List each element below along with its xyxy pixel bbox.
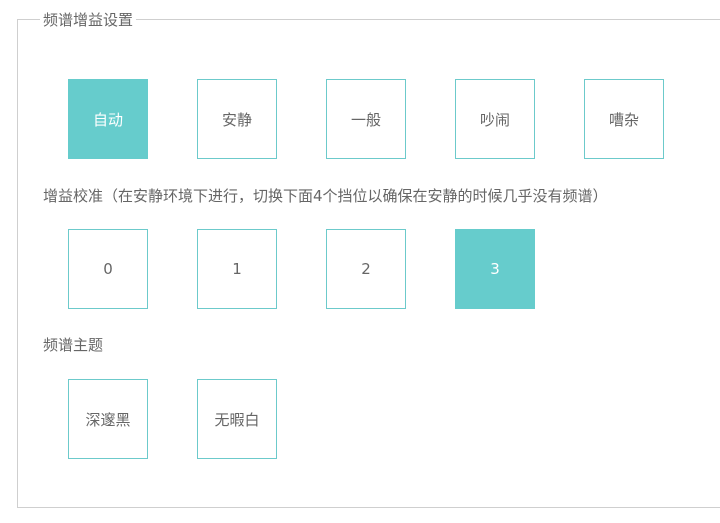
calibration-level-3-button[interactable]: 3	[455, 229, 535, 309]
theme-deep-black-button[interactable]: 深邃黑	[68, 379, 148, 459]
gain-mode-loud-button[interactable]: 吵闹	[455, 79, 535, 159]
theme-flawless-white-button[interactable]: 无暇白	[197, 379, 277, 459]
gain-calibration-label: 增益校准（在安静环境下进行，切换下面4个挡位以确保在安静的时候几乎没有频谱）	[43, 187, 608, 205]
gain-mode-auto-button[interactable]: 自动	[68, 79, 148, 159]
gain-mode-quiet-button[interactable]: 安静	[197, 79, 277, 159]
gain-mode-options: 自动 安静 一般 吵闹 嘈杂	[68, 79, 664, 159]
calibration-level-1-button[interactable]: 1	[197, 229, 277, 309]
calibration-level-2-button[interactable]: 2	[326, 229, 406, 309]
spectrum-theme-label: 频谱主题	[43, 336, 104, 354]
spectrum-theme-options: 深邃黑 无暇白	[68, 379, 277, 459]
gain-calibration-options: 0 1 2 3	[68, 229, 535, 309]
gain-mode-noisy-button[interactable]: 嘈杂	[584, 79, 664, 159]
calibration-level-0-button[interactable]: 0	[68, 229, 148, 309]
panel-title: 频谱增益设置	[40, 10, 137, 30]
gain-mode-normal-button[interactable]: 一般	[326, 79, 406, 159]
